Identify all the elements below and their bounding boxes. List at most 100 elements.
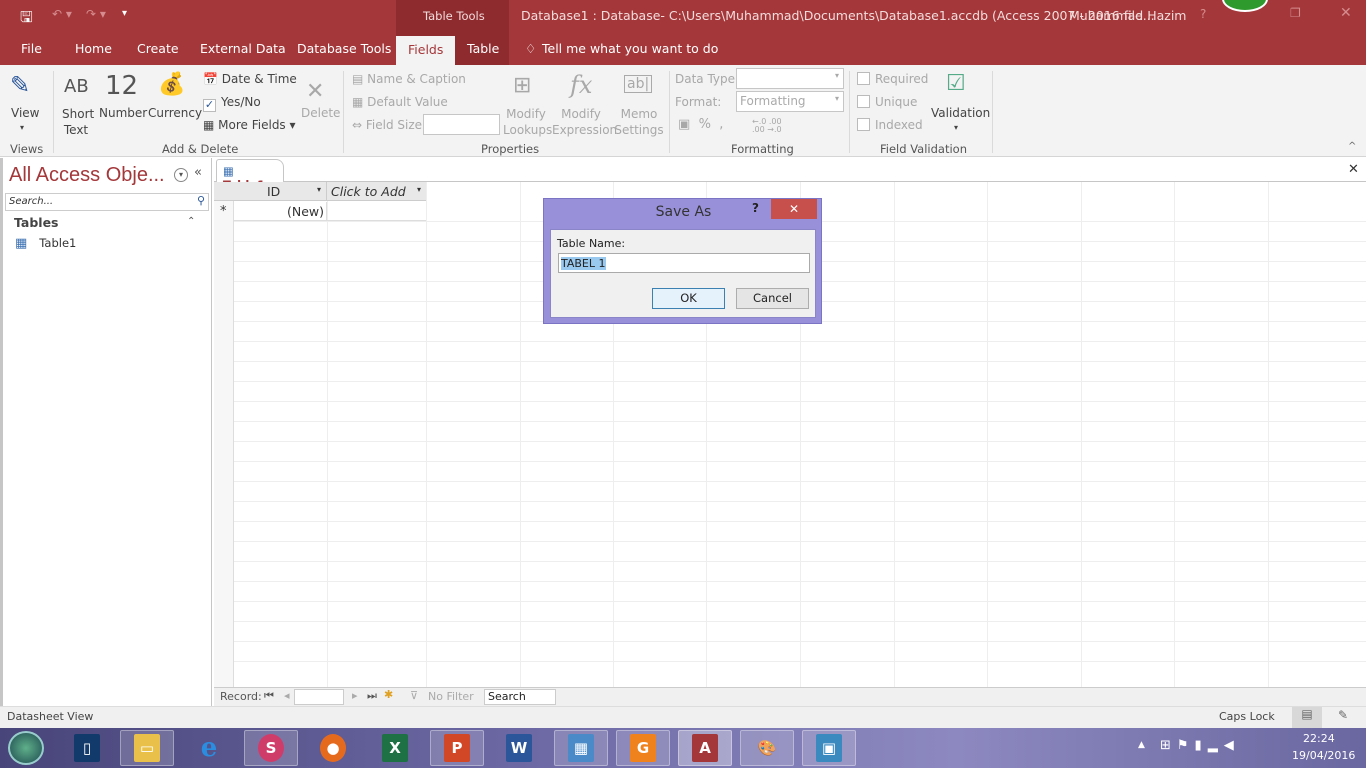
taskbar-paint[interactable]: 🎨 <box>740 730 794 766</box>
new-record-cell-empty[interactable] <box>327 202 426 221</box>
column-header-id[interactable]: ID ▾ <box>234 182 327 201</box>
validation-button[interactable]: Validation <box>931 106 990 120</box>
next-record-button[interactable]: ▸ <box>352 689 358 702</box>
close-window-button[interactable]: ✕ <box>1340 5 1352 21</box>
format-select[interactable]: Formatting ▾ <box>736 91 844 112</box>
modify-lookups-button[interactable]: Modify Lookups <box>503 106 552 138</box>
new-record-button[interactable]: ✱ <box>384 688 393 701</box>
required-checkbox[interactable] <box>857 72 870 85</box>
nav-menu-icon[interactable]: ▾ <box>174 168 188 182</box>
user-name[interactable]: Muhammad Hazim <box>1069 8 1186 23</box>
design-view-button[interactable]: ✎ <box>1338 708 1348 722</box>
lightbulb-icon: ♢ <box>525 41 537 56</box>
close-document-button[interactable]: ✕ <box>1348 162 1359 177</box>
save-icon[interactable]: 🖫 <box>20 7 33 32</box>
taskbar-dolby[interactable]: ▯ <box>60 730 114 766</box>
memo-settings-button[interactable]: Memo Settings <box>612 106 666 138</box>
tab-file[interactable]: File <box>21 41 42 56</box>
redo-icon[interactable]: ↷ ▾ <box>86 7 106 21</box>
tab-database-tools[interactable]: Database Tools <box>297 41 391 56</box>
nav-item-label: Table1 <box>39 236 77 250</box>
first-record-button[interactable]: ⏮ <box>264 689 274 703</box>
taskbar-firefox[interactable]: ● <box>306 730 360 766</box>
tab-table[interactable]: Table <box>467 41 499 56</box>
yes-no-button[interactable]: Yes/No <box>221 95 261 109</box>
fx-icon: fx <box>570 71 593 99</box>
taskbar-foxit-pdf[interactable]: G <box>616 730 670 766</box>
ok-button[interactable]: OK <box>652 288 725 309</box>
last-record-button[interactable]: ⏭ <box>367 689 377 703</box>
tray-icons[interactable]: ⊞⚑▮▂◀ <box>1160 738 1240 753</box>
dialog-close-button[interactable]: ✕ <box>771 199 817 219</box>
nav-group-tables[interactable]: Tables <box>14 215 59 230</box>
name-caption-button[interactable]: Name & Caption <box>367 72 466 86</box>
show-hidden-icons[interactable]: ▲ <box>1138 740 1145 750</box>
taskbar-opera[interactable]: S <box>244 730 298 766</box>
ribbon-tabs: File Home Create External Data Database … <box>0 33 1366 65</box>
field-size-input[interactable] <box>423 114 500 135</box>
no-filter-button[interactable]: No Filter <box>428 690 474 703</box>
tab-home[interactable]: Home <box>75 41 112 56</box>
search-icon[interactable]: ⚲ <box>197 194 205 207</box>
taskbar-powerpoint[interactable]: P <box>430 730 484 766</box>
cancel-button[interactable]: Cancel <box>736 288 809 309</box>
taskbar-access[interactable]: A <box>678 730 732 766</box>
currency-button[interactable]: Currency <box>148 106 202 120</box>
taskbar-control-panel[interactable]: ▦ <box>554 730 608 766</box>
customize-qat-icon[interactable]: ▾ <box>122 8 127 19</box>
decimal-buttons-icon[interactable]: ←.0 .00.00 →.0 <box>752 118 782 134</box>
default-value-button[interactable]: Default Value <box>367 95 448 109</box>
nav-search-input[interactable]: Search... ⚲ <box>5 193 209 211</box>
start-button[interactable] <box>8 731 44 765</box>
date-time-button[interactable]: Date & Time <box>222 72 297 86</box>
unique-checkbox[interactable] <box>857 95 870 108</box>
help-button[interactable]: ? <box>1200 7 1206 21</box>
short-text-icon: AB <box>64 76 89 97</box>
new-record-cell[interactable]: (New) <box>234 202 327 221</box>
undo-icon[interactable]: ↶ ▾ <box>52 7 72 21</box>
clock-time[interactable]: 22:24 <box>1303 732 1335 745</box>
data-type-select[interactable]: ▾ <box>736 68 844 89</box>
nav-item-table1[interactable]: ▦ Table1 <box>15 236 76 251</box>
taskbar-internet-explorer[interactable]: e <box>182 730 236 766</box>
comma-button[interactable]: , <box>719 117 723 132</box>
previous-record-button[interactable]: ◂ <box>284 689 290 702</box>
current-record-input[interactable] <box>294 689 344 705</box>
more-fields-button[interactable]: More Fields <box>218 118 286 132</box>
table-name-input[interactable]: TABEL 1 <box>558 253 810 273</box>
view-button[interactable]: View <box>11 106 39 120</box>
datasheet-view-button[interactable]: ▤ <box>1292 707 1322 728</box>
column-label: Click to Add <box>331 184 406 199</box>
taskbar-word[interactable]: W <box>492 730 546 766</box>
tab-fields[interactable]: Fields <box>396 36 456 65</box>
column-header-click-to-add[interactable]: Click to Add ▾ <box>327 182 426 201</box>
taskbar-file-explorer[interactable]: ▭ <box>120 730 174 766</box>
currency-format-icon[interactable]: ▣ <box>678 117 690 132</box>
tab-external-data[interactable]: External Data <box>200 41 286 56</box>
dialog-help-button[interactable]: ? <box>752 201 759 215</box>
tab-create[interactable]: Create <box>137 41 179 56</box>
nav-title[interactable]: All Access Obje... <box>9 164 165 187</box>
percent-button[interactable]: % <box>699 117 711 132</box>
delete-button[interactable]: Delete <box>301 106 340 120</box>
chevron-down-icon[interactable]: ▾ <box>317 185 321 194</box>
chevron-down-icon[interactable]: ▾ <box>417 185 421 194</box>
title-bar: 🖫 ↶ ▾ ↷ ▾ ▾ Table Tools Database1 : Data… <box>0 0 1366 65</box>
tell-me-search[interactable]: Tell me what you want to do <box>542 41 718 56</box>
indexed-checkbox[interactable] <box>857 118 870 131</box>
status-bar: Datasheet View Caps Lock ▤ ✎ <box>0 706 1366 728</box>
clock-date[interactable]: 19/04/2016 <box>1292 749 1355 762</box>
short-text-button[interactable]: Short Text <box>62 106 94 138</box>
collapse-ribbon-icon[interactable]: ^ <box>1348 141 1356 152</box>
more-fields-icon: ▦ <box>203 118 215 132</box>
tab-table1[interactable]: ▦ Table1 <box>216 159 284 192</box>
group-label-field-validation: Field Validation <box>880 142 967 156</box>
collapse-nav-icon[interactable]: « <box>194 165 202 180</box>
record-search-input[interactable]: Search <box>484 689 556 705</box>
modify-expression-button[interactable]: Modify Expression <box>552 106 617 138</box>
collapse-group-icon[interactable]: ⌃ <box>187 216 195 227</box>
taskbar-photo-viewer[interactable]: ▣ <box>802 730 856 766</box>
taskbar-excel[interactable]: X <box>368 730 422 766</box>
number-button[interactable]: Number <box>99 106 147 120</box>
restore-button[interactable]: ❐ <box>1290 6 1301 20</box>
